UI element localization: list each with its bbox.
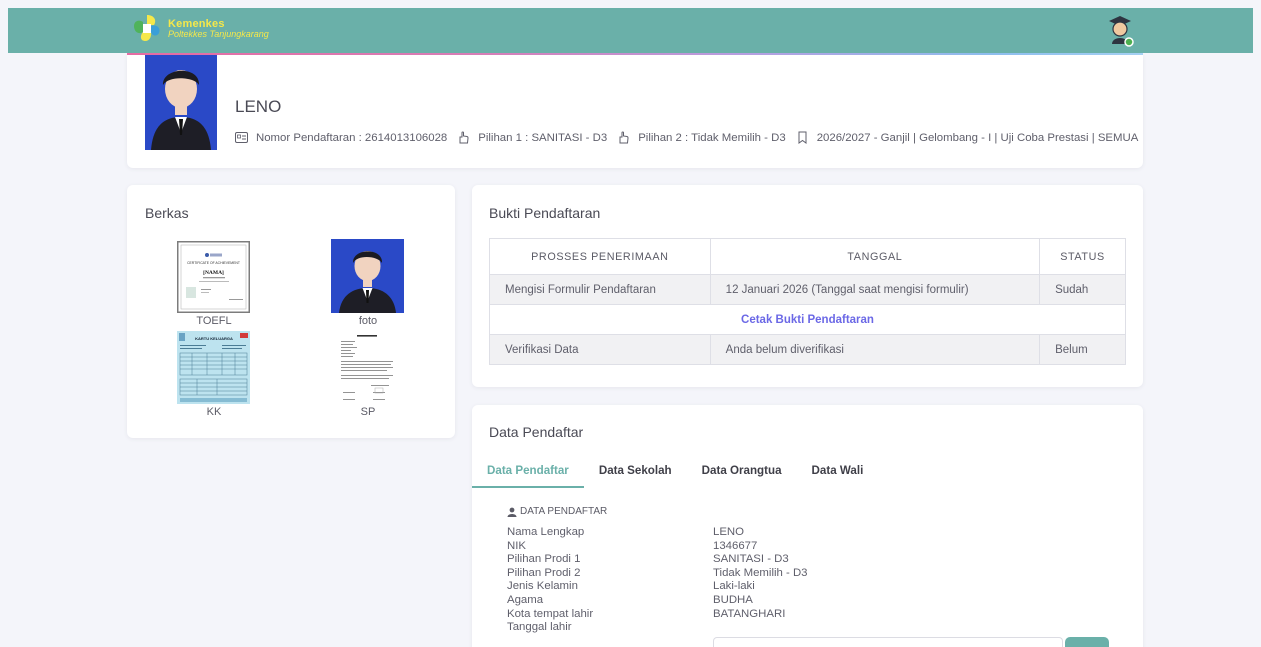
list-item: Jenis Kelamin Laki-laki	[507, 580, 1107, 594]
kemenkes-logo-icon	[134, 15, 160, 42]
logo-line2: Poltekkes Tanjungkarang	[168, 29, 269, 39]
field-label: Pilihan Prodi 1	[507, 553, 581, 566]
row-proses: Verifikasi Data	[489, 334, 711, 365]
row-proses: Mengisi Formulir Pendaftaran	[489, 274, 711, 305]
field-label: Agama	[507, 593, 544, 606]
data-pendaftar-title: Data Pendaftar	[489, 424, 584, 440]
col-status: STATUS	[1039, 238, 1126, 275]
berkas-card: Berkas CERTIFICATE OF ACHIEVEMENT [NAMA]…	[127, 185, 455, 438]
list-item: Pilihan Prodi 2 Tidak Memilih - D3	[507, 567, 1107, 581]
foto-thumbnail[interactable]	[331, 239, 404, 313]
nomor-pendaftaran: Nomor Pendaftaran : 2614013106028	[256, 131, 448, 144]
col-tanggal: TANGGAL	[709, 238, 1041, 275]
field-label: Nama Lengkap	[507, 526, 585, 538]
applicant-name: LENO	[235, 97, 282, 116]
list-item: Nama Lengkap LENO	[507, 526, 1107, 540]
field-value: LENO	[713, 526, 745, 538]
field-value: BUDHA	[713, 593, 753, 606]
field-label: Jenis Kelamin	[507, 580, 578, 593]
applicant-meta: Nomor Pendaftaran : 2614013106028 Piliha…	[235, 131, 1138, 144]
list-item: Kota tempat lahir BATANGHARI	[507, 608, 1107, 622]
bukti-title: Bukti Pendaftaran	[489, 205, 601, 221]
kemenkes-logo[interactable]: Kemenkes Poltekkes Tanjungkarang	[130, 12, 269, 46]
tab-data-sekolah[interactable]: Data Sekolah	[584, 464, 687, 488]
row-tanggal: Anda belum diverifikasi	[709, 334, 1041, 365]
section-heading-text: DATA PENDAFTAR	[520, 506, 608, 517]
table-header-row: PROSSES PENERIMAAN TANGGAL STATUS	[489, 238, 1126, 275]
tanggal-lahir-input[interactable]	[713, 637, 1063, 647]
field-label: Pilihan Prodi 2	[507, 566, 581, 579]
sp-thumbnail[interactable]	[335, 331, 399, 405]
field-value: Laki-laki	[713, 580, 755, 593]
list-item: Pilihan Prodi 1 SANITASI - D3	[507, 553, 1107, 567]
sp-label: SP	[360, 406, 376, 418]
user-avatar-icon[interactable]	[1105, 14, 1135, 48]
logo-text: Kemenkes Poltekkes Tanjungkarang	[168, 18, 269, 40]
user-icon	[507, 507, 517, 517]
field-value: BATANGHARI	[713, 607, 786, 620]
data-pendaftar-card: Data Pendaftar Data Pendaftar Data Sekol…	[472, 405, 1143, 647]
field-value: 1346677	[713, 539, 758, 552]
cert-title: CERTIFICATE OF ACHIEVEMENT	[187, 261, 240, 265]
hand-point-icon	[619, 131, 629, 144]
field-value: Tidak Memilih - D3	[713, 566, 808, 579]
foto-label: foto	[358, 315, 378, 327]
list-item: Tanggal lahir	[507, 621, 1107, 635]
toefl-thumbnail[interactable]: CERTIFICATE OF ACHIEVEMENT [NAMA]	[177, 241, 250, 313]
bukti-pendaftaran-card: Bukti Pendaftaran PROSSES PENERIMAAN TAN…	[472, 185, 1143, 387]
profile-card: LENO Nomor Pendaftaran : 2614013106028 P…	[127, 55, 1143, 168]
list-item: Agama BUDHA	[507, 594, 1107, 608]
berkas-title: Berkas	[145, 205, 189, 221]
profile-photo	[145, 55, 217, 150]
field-label: NIK	[507, 539, 526, 552]
logo-line1: Kemenkes	[168, 18, 225, 30]
kk-thumbnail[interactable]: KARTU KELUARGA	[177, 331, 250, 404]
id-card-icon	[235, 132, 248, 143]
table-row: Cetak Bukti Pendaftaran	[489, 304, 1126, 335]
section-heading: DATA PENDAFTAR	[507, 506, 607, 517]
kk-label: KK	[206, 406, 222, 418]
bukti-table: PROSSES PENERIMAAN TANGGAL STATUS Mengis…	[489, 238, 1126, 365]
bookmark-icon	[798, 131, 807, 144]
cert-name: [NAMA]	[203, 270, 224, 276]
person-portrait-icon	[145, 55, 217, 150]
toefl-label: TOEFL	[196, 315, 232, 327]
table-row: Verifikasi Data Anda belum diverifikasi …	[489, 334, 1126, 365]
periode: 2026/2027 - Ganjil | Gelombang - I | Uji…	[816, 131, 1139, 144]
tab-data-orangtua[interactable]: Data Orangtua	[687, 464, 797, 488]
tab-data-pendaftar[interactable]: Data Pendaftar	[472, 464, 584, 488]
top-navbar: Kemenkes Poltekkes Tanjungkarang	[8, 8, 1253, 53]
field-list: Nama Lengkap LENO NIK 1346677 Pilihan Prod…	[507, 526, 1107, 635]
row-tanggal: 12 Januari 2026 (Tanggal saat mengisi fo…	[709, 274, 1041, 305]
field-label: Kota tempat lahir	[507, 607, 594, 620]
pilihan-1: Pilihan 1 : SANITASI - D3	[478, 131, 608, 144]
cetak-bukti-link[interactable]: Cetak Bukti Pendaftaran	[741, 314, 874, 326]
tab-data-wali[interactable]: Data Wali	[797, 464, 879, 488]
row-status: Sudah	[1039, 274, 1126, 305]
row-status: Belum	[1039, 334, 1126, 365]
data-tabs: Data Pendaftar Data Sekolah Data Orangtu…	[472, 464, 878, 488]
pilihan-2: Pilihan 2 : Tidak Memilih - D3	[638, 131, 786, 144]
field-value: SANITASI - D3	[713, 553, 789, 566]
table-row: Mengisi Formulir Pendaftaran 12 Januari …	[489, 274, 1126, 305]
kk-doc-title: KARTU KELUARGA	[195, 336, 233, 341]
col-proses: PROSSES PENERIMAAN	[489, 238, 711, 275]
calendar-button[interactable]	[1065, 637, 1109, 647]
hand-point-icon	[459, 131, 469, 144]
field-label: Tanggal lahir	[507, 621, 572, 634]
list-item: NIK 1346677	[507, 540, 1107, 554]
